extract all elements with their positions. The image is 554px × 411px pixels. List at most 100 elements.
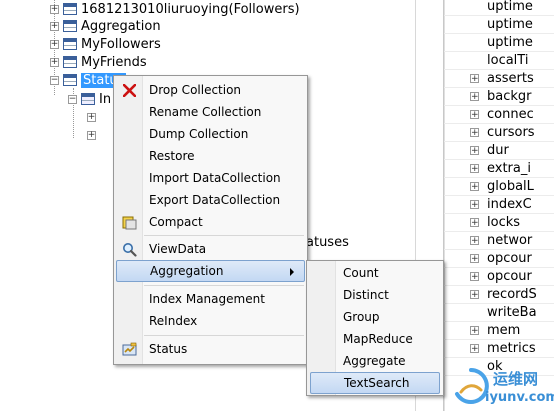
table-icon (63, 3, 77, 15)
table-icon (63, 38, 77, 50)
field-row[interactable]: writeBa (444, 304, 554, 322)
tree-node-label: 1681213010liuruoying(Followers) (81, 1, 300, 17)
expand-icon[interactable]: + (470, 146, 479, 156)
submenu-item-mapreduce[interactable]: MapReduce (310, 328, 440, 350)
tree-node-followers[interactable]: + 1681213010liuruoying(Followers) (50, 0, 300, 18)
menu-item-label: TextSearch (344, 376, 410, 390)
field-row[interactable]: + globalL (444, 178, 554, 196)
menu-item-label: Count (343, 266, 379, 280)
menu-item-label: Aggregation (150, 264, 224, 278)
tree-node-indexes[interactable]: − In (68, 90, 111, 108)
tree-node-myfollowers[interactable]: + MyFollowers (50, 35, 161, 53)
field-row[interactable]: + indexC (444, 196, 554, 214)
field-row[interactable]: + dur (444, 142, 554, 160)
menu-separator (144, 285, 304, 286)
tree-node-aggregation[interactable]: + Aggregation (50, 17, 161, 35)
menu-item-dump-collection[interactable]: Dump Collection (116, 123, 305, 145)
tree-node-label: Aggregation (81, 18, 161, 34)
menu-item-import-datacollection[interactable]: Import DataCollection (116, 167, 305, 189)
menu-item-status[interactable]: Status (116, 338, 305, 360)
field-row[interactable]: localTi (444, 52, 554, 70)
field-row[interactable]: + opcour (444, 268, 554, 286)
expand-icon[interactable]: + (50, 4, 59, 14)
menu-item-label: Drop Collection (149, 83, 242, 97)
expand-icon[interactable]: + (470, 236, 479, 246)
table-icon (63, 74, 77, 86)
compact-icon (121, 214, 137, 230)
expand-icon[interactable]: + (87, 112, 96, 122)
expand-icon[interactable]: + (50, 21, 59, 31)
expand-icon[interactable]: + (470, 326, 479, 336)
field-row[interactable]: uptime (444, 34, 554, 52)
field-name: globalL (487, 179, 534, 194)
menu-item-viewdata[interactable]: ViewData (116, 238, 305, 260)
magnifier-icon (121, 241, 137, 257)
field-row[interactable]: + asserts (444, 70, 554, 88)
menu-item-index-management[interactable]: Index Management (116, 288, 305, 310)
field-row[interactable]: + metrics (444, 340, 554, 358)
collapse-icon[interactable]: − (50, 75, 59, 85)
menu-item-drop-collection[interactable]: Drop Collection (116, 79, 305, 101)
field-name: dur (487, 143, 509, 158)
field-name: metrics (487, 341, 536, 356)
field-row[interactable]: + extra_i (444, 160, 554, 178)
menu-item-label: Status (149, 342, 188, 356)
expand-icon[interactable]: + (470, 254, 479, 264)
expand-icon[interactable]: + (470, 164, 479, 174)
field-row[interactable]: + backgr (444, 88, 554, 106)
expand-icon[interactable]: + (87, 130, 96, 140)
menu-item-rename-collection[interactable]: Rename Collection (116, 101, 305, 123)
menu-item-aggregation[interactable]: Aggregation (116, 260, 305, 282)
submenu-item-textsearch[interactable]: TextSearch (310, 372, 440, 394)
field-row[interactable]: + mem (444, 322, 554, 340)
field-name: indexC (487, 197, 532, 212)
expand-icon[interactable]: + (470, 128, 479, 138)
menu-item-label: Dump Collection (149, 127, 249, 141)
menu-item-label: ReIndex (149, 314, 198, 328)
field-row[interactable]: + connec (444, 106, 554, 124)
expand-icon[interactable]: + (470, 290, 479, 300)
menu-item-restore[interactable]: Restore (116, 145, 305, 167)
tree-subnode[interactable]: + (87, 108, 100, 126)
table-icon (63, 20, 77, 32)
field-row[interactable]: uptime (444, 0, 554, 16)
expand-icon[interactable]: + (470, 182, 479, 192)
expand-icon[interactable]: + (470, 272, 479, 282)
field-name: networ (487, 233, 533, 248)
field-row[interactable]: + networ (444, 232, 554, 250)
menu-item-reindex[interactable]: ReIndex (116, 310, 305, 332)
submenu-item-count[interactable]: Count (310, 262, 440, 284)
field-row[interactable]: uptime (444, 16, 554, 34)
watermark-url-text: iyunv.com (485, 390, 554, 405)
menu-item-label: ViewData (149, 242, 207, 256)
expand-icon[interactable]: + (470, 92, 479, 102)
submenu-item-group[interactable]: Group (310, 306, 440, 328)
expand-icon[interactable]: + (470, 200, 479, 210)
menu-item-label: Group (343, 310, 380, 324)
field-name: uptime (487, 17, 533, 32)
field-row[interactable]: + locks (444, 214, 554, 232)
expand-icon[interactable]: + (50, 39, 59, 49)
field-row[interactable]: + cursors (444, 124, 554, 142)
menu-item-compact[interactable]: Compact (116, 211, 305, 233)
menu-item-export-datacollection[interactable]: Export DataCollection (116, 189, 305, 211)
submenu-item-aggregate[interactable]: Aggregate (310, 350, 440, 372)
expand-icon[interactable]: + (470, 74, 479, 84)
submenu-item-distinct[interactable]: Distinct (310, 284, 440, 306)
expand-icon[interactable]: + (470, 344, 479, 354)
collapse-icon[interactable]: − (68, 94, 77, 104)
tree-subnode[interactable]: + (87, 126, 100, 144)
expand-icon[interactable]: + (470, 218, 479, 228)
menu-item-label: Export DataCollection (149, 193, 281, 207)
tree-node-myfriends[interactable]: + MyFriends (50, 53, 147, 71)
field-row[interactable]: + opcour (444, 250, 554, 268)
expand-icon[interactable]: + (470, 110, 479, 120)
field-name: connec (487, 107, 534, 122)
field-name: cursors (487, 125, 535, 140)
field-row[interactable]: + recordS (444, 286, 554, 304)
menu-item-label: Aggregate (343, 354, 406, 368)
field-name: backgr (487, 89, 532, 104)
menu-separator (144, 335, 304, 336)
document-fields-panel: uptime uptime uptime localTi + asserts + backgr… (443, 0, 554, 411)
expand-icon[interactable]: + (50, 57, 59, 67)
